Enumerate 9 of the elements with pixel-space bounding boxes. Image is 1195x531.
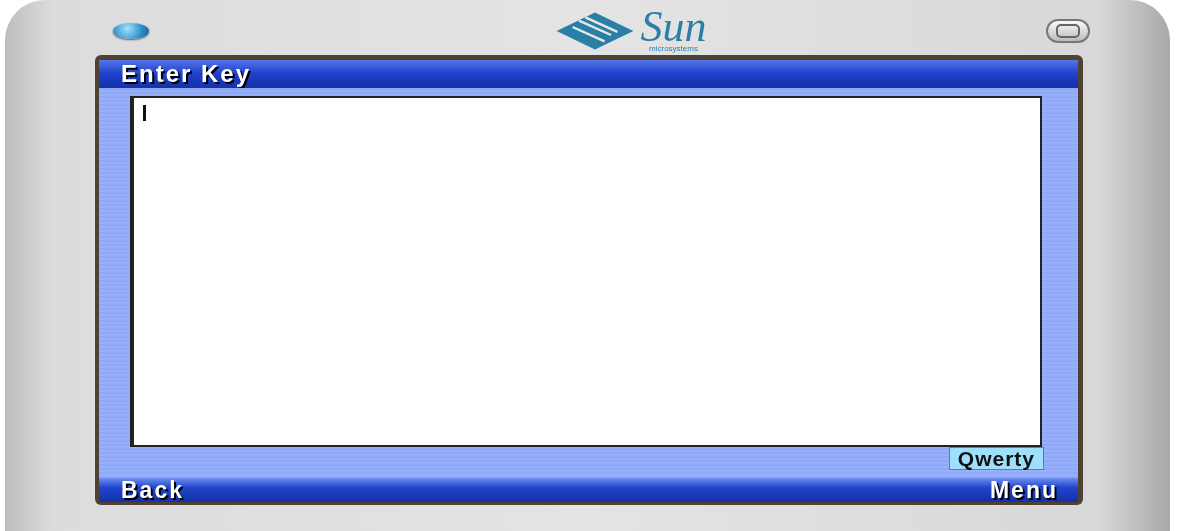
input-mode-indicator: Qwerty xyxy=(948,447,1044,470)
brand-name: Sun xyxy=(640,8,707,45)
power-button[interactable] xyxy=(1046,18,1090,43)
screen-title: Enter Key xyxy=(121,60,252,88)
brand-tagline: microsystems xyxy=(649,44,698,53)
text-field[interactable] xyxy=(130,96,1042,447)
indicator-light-icon xyxy=(113,22,149,39)
menu-softkey[interactable]: Menu xyxy=(989,478,1058,502)
back-softkey[interactable]: Back xyxy=(121,478,184,502)
